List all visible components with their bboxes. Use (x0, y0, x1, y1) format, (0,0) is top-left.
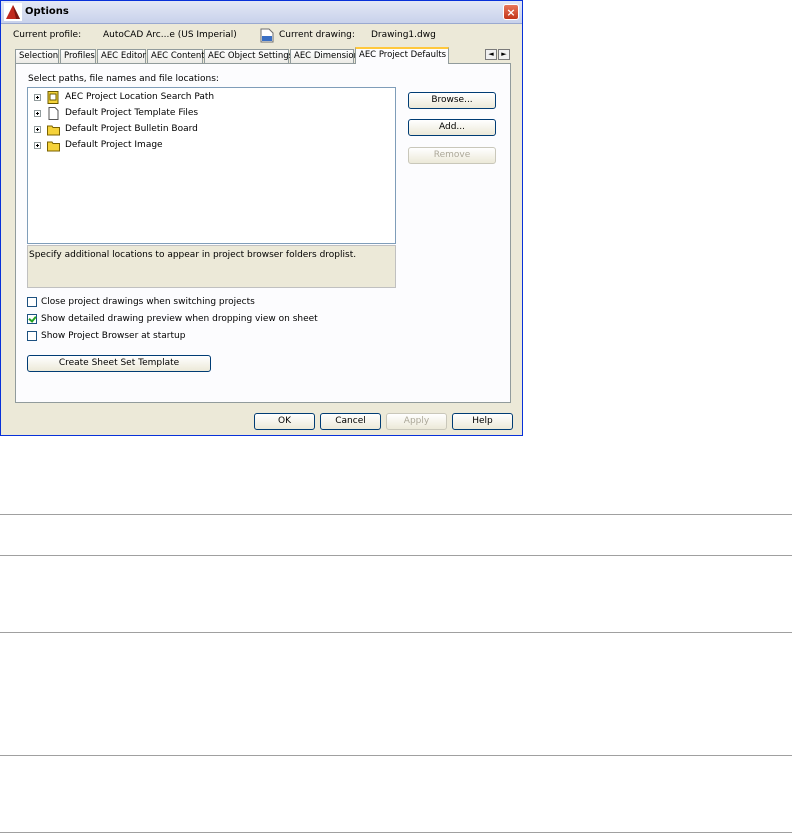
tab-aec-project-defaults[interactable]: AEC Project Defaults (355, 47, 449, 64)
folder-icon (47, 141, 60, 152)
tab-selection[interactable]: Selection (15, 49, 59, 63)
tab-aec-object-settings[interactable]: AEC Object Settings (204, 49, 293, 63)
autocad-logo-icon (4, 3, 22, 21)
tree-item-label: Default Project Template Files (65, 108, 199, 118)
checkbox-label: Show Project Browser at startup (41, 331, 186, 341)
tab-aec-editor[interactable]: AEC Editor (97, 49, 146, 63)
checkbox-label: Close project drawings when switching pr… (41, 297, 255, 307)
checkbox-box[interactable] (27, 331, 37, 341)
current-profile-label: Current profile: (13, 30, 82, 40)
tab-aec-dimension[interactable]: AEC Dimension (290, 49, 359, 63)
separator-line (0, 755, 792, 756)
checkbox-box[interactable] (27, 314, 37, 324)
ok-button[interactable]: OK (254, 413, 315, 430)
expand-icon[interactable] (34, 110, 41, 117)
close-button[interactable]: × (503, 4, 519, 20)
paths-label: Select paths, file names and file locati… (28, 74, 219, 84)
expand-icon[interactable] (34, 94, 41, 101)
description-text: Specify additional locations to appear i… (29, 250, 357, 260)
cancel-button[interactable]: Cancel (320, 413, 381, 430)
apply-button[interactable]: Apply (386, 413, 447, 430)
tab-strip: Selection Profiles AEC Editor AEC Conten… (15, 47, 491, 64)
tab-scroll-left-button[interactable]: ◄ (485, 49, 497, 60)
folder-icon (47, 125, 60, 136)
aec-project-defaults-panel: Select paths, file names and file locati… (15, 63, 511, 403)
current-drawing-value: Drawing1.dwg (371, 30, 436, 40)
expand-icon[interactable] (34, 142, 41, 149)
help-button[interactable]: Help (452, 413, 513, 430)
window-title: Options (25, 6, 69, 17)
file-icon (48, 107, 59, 120)
tab-scroll-right-button[interactable]: ► (498, 49, 510, 60)
current-drawing-label: Current drawing: (279, 30, 355, 40)
profile-row: Current profile: AutoCAD Arc...e (US Imp… (13, 28, 510, 44)
create-sheet-set-template-button[interactable]: Create Sheet Set Template (27, 355, 211, 372)
options-dialog: Options × Current profile: AutoCAD Arc..… (0, 0, 523, 436)
current-profile-value: AutoCAD Arc...e (US Imperial) (103, 30, 237, 40)
separator-line (0, 632, 792, 633)
checkbox-label: Show detailed drawing preview when dropp… (41, 314, 318, 324)
checkbox-box[interactable] (27, 297, 37, 307)
separator-line (0, 555, 792, 556)
description-box: Specify additional locations to appear i… (27, 245, 396, 288)
tab-aec-content[interactable]: AEC Content (147, 49, 205, 63)
paths-tree[interactable]: AEC Project Location Search Path Default… (27, 87, 396, 244)
tree-item-label: Default Project Image (65, 140, 163, 150)
drawing-file-icon (260, 28, 274, 43)
add-button[interactable]: Add... (408, 119, 496, 136)
separator-line (0, 514, 792, 515)
title-bar[interactable]: Options × (1, 1, 522, 24)
tab-profiles[interactable]: Profiles (60, 49, 96, 63)
project-location-icon (47, 91, 59, 104)
tree-item-label: Default Project Bulletin Board (65, 124, 198, 134)
tree-item-label: AEC Project Location Search Path (65, 92, 215, 102)
expand-icon[interactable] (34, 126, 41, 133)
browse-button[interactable]: Browse... (408, 92, 496, 109)
remove-button[interactable]: Remove (408, 147, 496, 164)
